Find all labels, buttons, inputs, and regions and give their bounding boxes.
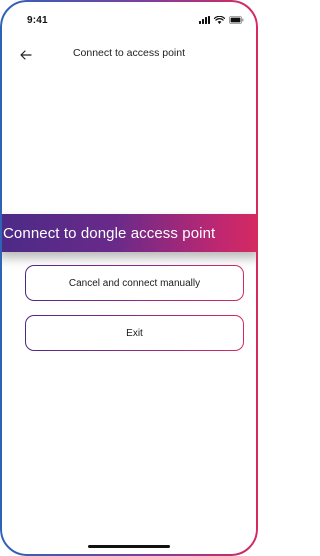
phone-screen: 9:41 Connect to access point Connect to … bbox=[0, 0, 258, 556]
banner-text: Connect to dongle access point bbox=[3, 224, 216, 242]
exit-button[interactable]: Exit bbox=[25, 315, 244, 351]
status-icons bbox=[199, 16, 244, 24]
status-banner: Connect to dongle access point bbox=[0, 214, 258, 252]
cancel-connect-manually-button[interactable]: Cancel and connect manually bbox=[25, 265, 244, 301]
home-indicator[interactable] bbox=[88, 545, 170, 548]
header: Connect to access point bbox=[0, 40, 258, 70]
page-title: Connect to access point bbox=[72, 47, 186, 59]
battery-icon bbox=[229, 16, 244, 24]
signal-icon bbox=[199, 16, 210, 24]
wifi-icon bbox=[214, 16, 225, 24]
exit-button-label: Exit bbox=[126, 327, 143, 339]
cancel-button-label: Cancel and connect manually bbox=[68, 277, 201, 289]
status-time: 9:41 bbox=[27, 15, 48, 26]
status-bar: 9:41 bbox=[0, 0, 258, 40]
